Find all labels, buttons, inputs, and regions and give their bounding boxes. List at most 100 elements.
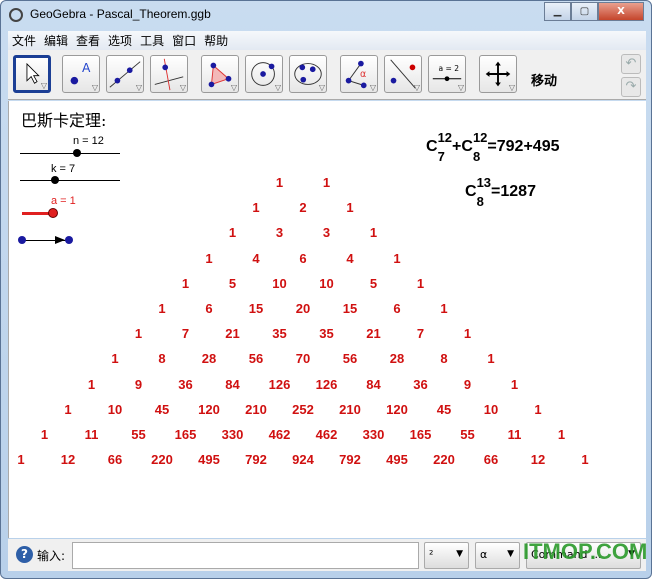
- pascal-entry: 84: [366, 376, 381, 392]
- tool-perpendicular[interactable]: ▽: [150, 55, 188, 93]
- pascal-entry: 1: [17, 452, 25, 468]
- heading: 巴斯卡定理:: [21, 111, 107, 130]
- tool-move-graphics[interactable]: ▽: [479, 55, 517, 93]
- menu-tools[interactable]: 工具: [136, 31, 168, 50]
- pascal-entry: 165: [409, 427, 432, 442]
- pascal-entry: 15: [248, 301, 264, 316]
- tool-circle[interactable]: ▽: [245, 55, 283, 93]
- maximize-button[interactable]: ▢: [571, 2, 598, 21]
- menu-file[interactable]: 文件: [8, 31, 40, 50]
- tool-polygon[interactable]: ▽: [201, 55, 239, 93]
- pascal-entry: 792: [245, 452, 267, 468]
- undo-button[interactable]: ↶: [621, 54, 641, 74]
- pascal-entry: 10: [107, 401, 123, 417]
- pascal-entry: 120: [386, 401, 408, 417]
- pascal-entry: 1: [510, 376, 519, 392]
- menu-bar: 文件 编辑 查看 选项 工具 窗口 帮助: [8, 31, 646, 50]
- pascal-entry: 1: [534, 401, 542, 417]
- pascal-entry: 56: [342, 351, 358, 367]
- pascal-entry: 12: [60, 452, 76, 468]
- pascal-entry: 1: [252, 200, 260, 216]
- pascal-entry: 66: [483, 452, 499, 468]
- pascal-entry: 1: [557, 427, 566, 442]
- pascal-entry: 495: [198, 452, 220, 468]
- app-window: GeoGebra - Pascal_Theorem.ggb ▁ ▢ X 文件 编辑…: [0, 0, 652, 579]
- pascal-entry: 2: [299, 200, 307, 216]
- pascal-entry: 126: [315, 376, 338, 392]
- formula-combination-result: =1287: [491, 183, 536, 201]
- pascal-entry: 792: [339, 452, 361, 468]
- tool-conic[interactable]: ▽: [289, 55, 327, 93]
- pascal-entry: 6: [205, 301, 213, 316]
- c2-bottom: 8: [472, 149, 481, 164]
- menu-edit[interactable]: 编辑: [40, 31, 72, 50]
- pascal-entry: 21: [225, 326, 240, 342]
- pascal-entry: 1: [487, 351, 495, 367]
- tool-angle[interactable]: α ▽: [340, 55, 378, 93]
- slider-k-handle[interactable]: [51, 176, 59, 184]
- tool-line[interactable]: ▽: [106, 55, 144, 93]
- menu-options[interactable]: 选项: [104, 31, 136, 50]
- tool-slider[interactable]: a = 2 ▽: [428, 55, 466, 93]
- slider-n-track[interactable]: [20, 153, 120, 154]
- pascal-entry: 165: [174, 427, 197, 442]
- redo-button[interactable]: ↷: [621, 77, 641, 97]
- input-field[interactable]: [72, 542, 419, 569]
- tool-reflect[interactable]: ▽: [384, 55, 422, 93]
- graphics-view[interactable]: 巴斯卡定理: n = 12 k = 7 a = 1 C 12 7 +C 12 8 =792+…: [8, 101, 646, 538]
- pascal-entry: 1: [64, 401, 72, 417]
- symbols-dropdown[interactable]: ² ▼: [424, 542, 469, 569]
- pascal-entry: 1: [416, 275, 425, 291]
- slider-k-track[interactable]: [20, 180, 120, 181]
- pascal-entry: 1: [158, 301, 166, 316]
- pascal-entry: 11: [507, 427, 522, 442]
- vector-end-point[interactable]: [65, 236, 73, 244]
- input-label: 输入:: [37, 549, 66, 563]
- pascal-entry: 126: [268, 376, 291, 392]
- formula-combination: C 13 8 =1287: [465, 175, 536, 209]
- greek-dropdown[interactable]: α ▼: [475, 542, 520, 569]
- pascal-entry: 120: [198, 401, 220, 417]
- chevron-down-icon: ▼: [507, 549, 514, 559]
- menu-view[interactable]: 查看: [72, 31, 104, 50]
- pascal-entry: 8: [440, 351, 448, 367]
- pascal-entry: 15: [342, 301, 358, 316]
- pascal-entry: 55: [131, 427, 146, 442]
- pascal-entry: 1: [369, 225, 378, 241]
- help-icon[interactable]: ?: [16, 546, 33, 563]
- symbols-dropdown-value: ²: [429, 548, 434, 561]
- vector-start-point[interactable]: [18, 236, 26, 244]
- pascal-entry: 10: [319, 275, 334, 291]
- pascal-entry: 84: [225, 376, 240, 392]
- minimize-button[interactable]: ▁: [544, 2, 571, 21]
- pascal-entry: 1: [463, 326, 472, 342]
- pascal-entry: 1: [181, 275, 190, 291]
- slider-n-handle[interactable]: [73, 149, 81, 157]
- pascal-entry: 1: [205, 250, 213, 266]
- pascal-entry: 35: [272, 326, 287, 342]
- pascal-entry: 56: [248, 351, 264, 367]
- pascal-entry: 210: [245, 401, 267, 417]
- tool-move[interactable]: ▽: [13, 55, 51, 93]
- menu-help[interactable]: 帮助: [200, 31, 232, 50]
- tool-point[interactable]: A ▽: [62, 55, 100, 93]
- pascal-entry: 495: [386, 452, 408, 468]
- pascal-entry: 1: [228, 225, 237, 241]
- pascal-entry: 28: [201, 351, 217, 367]
- svg-text:A: A: [82, 61, 91, 75]
- pascal-entry: 6: [299, 250, 307, 266]
- pascal-entry: 1: [40, 427, 49, 442]
- pascal-entry: 5: [369, 275, 378, 291]
- pascal-entry: 45: [154, 401, 170, 417]
- slider-a-handle[interactable]: [48, 208, 58, 218]
- pascal-entry: 220: [433, 452, 455, 468]
- pascal-entry: 924: [292, 452, 314, 468]
- toolbar: ▽ A ▽ ▽ ▽ ▽ ▽ ▽ α ▽ ▽ a = 2 ▽ ▽ 移动 ↶ ↷: [8, 50, 646, 100]
- pascal-entry: 21: [366, 326, 381, 342]
- pascal-entry: 330: [221, 427, 244, 442]
- pascal-entry: 20: [295, 301, 311, 316]
- pascal-entry: 11: [84, 427, 99, 442]
- close-button[interactable]: X: [598, 2, 644, 21]
- pascal-entry: 462: [268, 427, 291, 442]
- menu-window[interactable]: 窗口: [168, 31, 200, 50]
